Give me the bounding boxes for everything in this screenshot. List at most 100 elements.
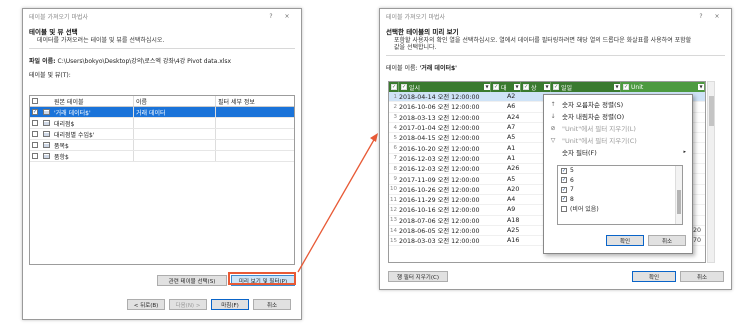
filter-value-item[interactable]: ✓ 7 [558, 185, 682, 195]
name-cell[interactable] [134, 118, 216, 128]
source-table-cell: 대리점별 수입$' [52, 129, 134, 139]
help-icon[interactable]: ? [263, 13, 279, 20]
filter-dropdown-icon[interactable]: ▼ [698, 84, 704, 90]
table-row[interactable]: 품목$ [30, 140, 294, 151]
section-description: 데이터를 가져오려는 테이블 및 뷰를 선택하십시오. [37, 37, 165, 44]
tables-label: 테이블 및 뷰(T): [29, 72, 71, 79]
datetime-cell: 2018-03-03 오전 12:00:00 [399, 238, 480, 246]
ok-button[interactable]: 확인 [632, 271, 676, 282]
column-checkbox[interactable]: ✓ [623, 84, 629, 90]
filter-value-label: 5 [570, 167, 574, 175]
column-header-datetime[interactable]: ✓ 일시 ▼ [399, 82, 491, 92]
column-header-daily[interactable]: ✓ 일일 ▼ [551, 82, 621, 92]
row-checkbox[interactable]: ✓ [32, 109, 38, 115]
table-row[interactable]: 대리점별 수입$' [30, 129, 294, 140]
next-button[interactable]: 다음(N) > [169, 299, 207, 310]
back-button[interactable]: < 뒤로(B) [127, 299, 165, 310]
column-checkbox[interactable]: ✓ [493, 84, 499, 90]
table-name-line: 테이블 이름: '거래 데이터$' [380, 60, 731, 75]
close-icon[interactable]: × [709, 13, 725, 20]
clear-row-filters-button[interactable]: 행 필터 지우기(C) [388, 271, 448, 282]
datetime-cell: 2016-10-20 오전 12:00:00 [399, 145, 480, 153]
cancel-button[interactable]: 취소 [253, 299, 291, 310]
list-scrollbar-thumb[interactable] [677, 190, 681, 214]
datetime-cell: 2018-07-06 오전 12:00:00 [399, 217, 480, 225]
filter-value-item[interactable]: (비어 있음) [558, 204, 682, 214]
select-related-tables-button[interactable]: 관련 테이블 선택(S) [157, 275, 227, 286]
select-all-columns-checkbox[interactable]: ✓ [391, 84, 397, 90]
column-checkbox[interactable]: ✓ [523, 84, 529, 90]
name-cell[interactable] [134, 129, 216, 139]
row-number: 8 [393, 165, 398, 172]
section-heading: 선택한 테이블의 미리 보기 [386, 28, 459, 36]
table-row[interactable]: 품항$ [30, 151, 294, 162]
row-checkbox[interactable] [32, 142, 38, 148]
filter-value-item[interactable]: ✓ 5 [558, 166, 682, 176]
row-checkbox[interactable] [32, 120, 38, 126]
table-row[interactable]: 대리점$ [30, 118, 294, 129]
source-table-cell: 대리점$ [52, 118, 134, 128]
dropdown-arrow-icon[interactable]: ▼ [614, 84, 620, 90]
filter-value-label: 8 [570, 195, 574, 203]
row-number: 12 [390, 206, 397, 213]
table-row[interactable]: ✓ '거래 데이터$' 거래 데이터 [30, 107, 294, 118]
vertical-scrollbar[interactable] [707, 81, 715, 263]
column-header-product[interactable]: ✓ 상 ▼ [521, 82, 551, 92]
column-filter-menu: ↑ 숫자 오름차순 정렬(S) ↓ 숫자 내림차순 정렬(O) ⊘ "Unit"에서 … [543, 94, 693, 254]
section-description: 포함할 사용자의 확인 열을 선택하십시오. 열에서 데이터를 필터링하려면 해… [394, 37, 692, 51]
row-number: 3 [393, 114, 398, 121]
datetime-cell: 2016-10-06 오전 12:00:00 [399, 104, 480, 112]
filter-values-list: ✓ 5 ✓ 6 ✓ 7 ✓ 8 (비어 있음) [557, 165, 683, 225]
filter-cell [216, 140, 294, 150]
finish-button[interactable]: 마침(F) [211, 299, 249, 310]
select-all-checkbox[interactable] [32, 98, 38, 104]
filter-value-label: 7 [570, 186, 574, 194]
column-checkbox[interactable]: ✓ [401, 84, 407, 90]
filter-cell [216, 118, 294, 128]
filter-value-item[interactable]: ✓ 8 [558, 195, 682, 205]
dialog-title: 테이블 가져오기 마법사 [386, 13, 446, 21]
column-header[interactable]: 이름 [134, 96, 216, 106]
datetime-cell: 2016-12-03 오전 12:00:00 [399, 166, 480, 174]
dropdown-arrow-icon[interactable]: ▼ [544, 84, 550, 90]
row-number: 7 [393, 155, 398, 162]
row-number: 15 [390, 237, 397, 244]
filter-value-item[interactable]: ✓ 6 [558, 176, 682, 186]
datetime-cell: 2018-04-14 오전 12:00:00 [399, 94, 480, 102]
sort-ascending-item[interactable]: ↑ 숫자 오름차순 정렬(S) [544, 98, 692, 110]
clear-filter-item[interactable]: ⊘ "Unit"에서 필터 지우기(L) [544, 122, 692, 134]
table-icon [42, 142, 50, 148]
number-filter-item[interactable]: 숫자 필터(F) ▸ [544, 146, 692, 158]
dropdown-arrow-icon[interactable]: ▼ [514, 84, 520, 90]
list-scrollbar[interactable] [675, 166, 682, 224]
source-table-cell: 품목$ [52, 140, 134, 150]
filter-ok-button[interactable]: 확인 [606, 235, 644, 246]
name-cell[interactable] [134, 151, 216, 161]
filter-cell [216, 129, 294, 139]
column-header[interactable]: 원본 테이블 [52, 96, 134, 106]
row-checkbox[interactable] [32, 153, 38, 159]
menu-item-label: "Unit"에서 필터 지우기(C) [562, 137, 637, 145]
column-header-unit[interactable]: ✓ Unit ▼ [621, 82, 705, 92]
help-icon[interactable]: ? [693, 13, 709, 20]
menu-item-label: 숫자 오름차순 정렬(S) [562, 101, 624, 109]
dialog-title: 테이블 가져오기 마법사 [29, 13, 89, 21]
filter-cancel-button[interactable]: 취소 [648, 235, 686, 246]
row-checkbox[interactable] [32, 131, 38, 137]
name-cell[interactable] [134, 140, 216, 150]
sort-descending-item[interactable]: ↓ 숫자 내림차순 정렬(O) [544, 110, 692, 122]
funnel-icon: ▽ [550, 136, 556, 144]
dropdown-arrow-icon[interactable]: ▼ [484, 84, 490, 90]
clear-filter-item-2[interactable]: ▽ "Unit"에서 필터 지우기(C) [544, 134, 692, 146]
scrollbar-thumb[interactable] [709, 96, 714, 126]
datetime-cell: 2016-12-03 오전 12:00:00 [399, 155, 480, 163]
column-header-store[interactable]: ✓ 대 ▼ [491, 82, 521, 92]
column-header-label: Unit [631, 83, 644, 91]
close-icon[interactable]: × [279, 13, 295, 20]
column-checkbox[interactable]: ✓ [553, 84, 559, 90]
cancel-button[interactable]: 취소 [680, 271, 724, 282]
sort-descending-icon: ↓ [550, 112, 556, 120]
name-cell[interactable]: 거래 데이터 [134, 107, 216, 117]
column-header[interactable]: 필터 세부 정보 [216, 96, 294, 106]
title-bar: 테이블 가져오기 마법사 ? × [23, 9, 301, 23]
